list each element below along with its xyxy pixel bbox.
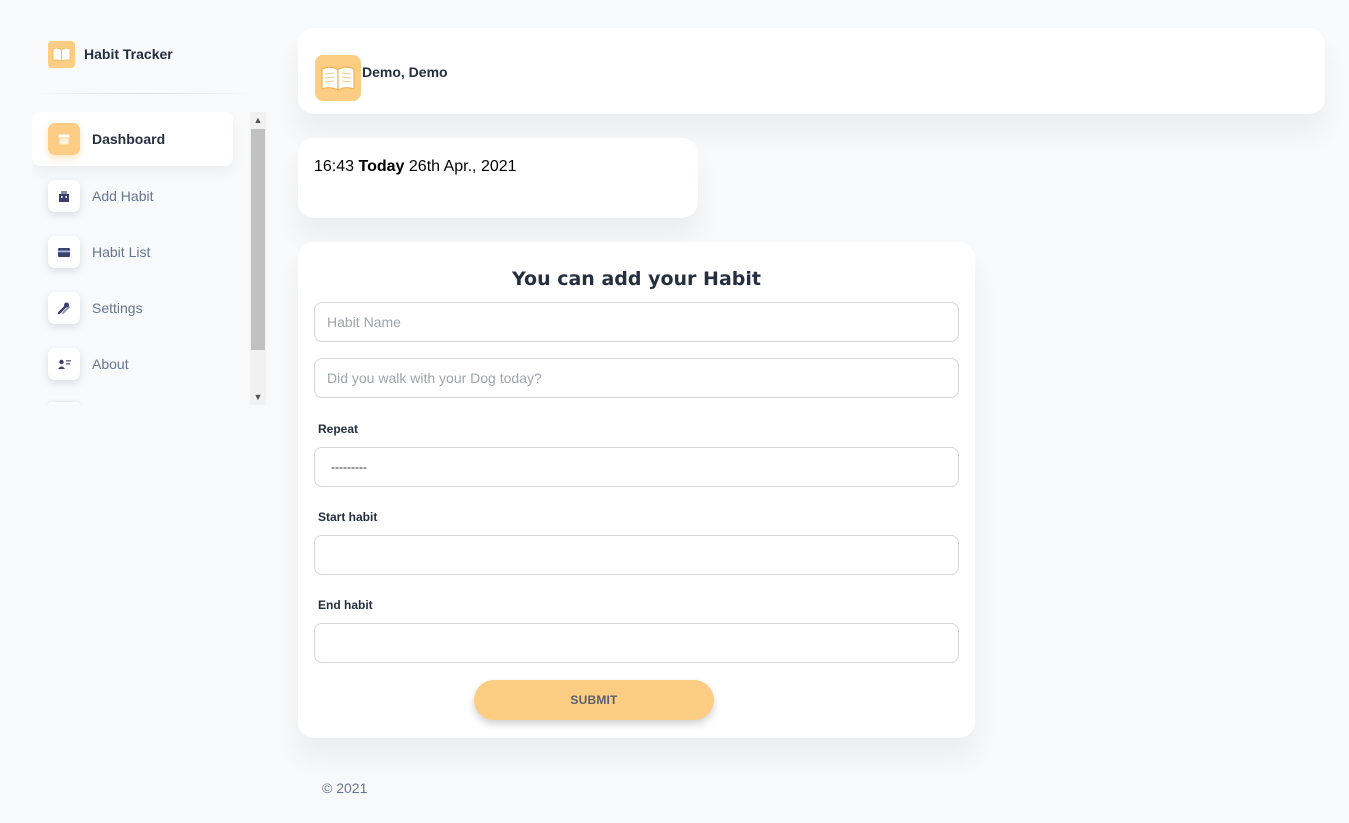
end-habit-label: End habit [318, 598, 373, 612]
repeat-select-value: --------- [331, 460, 367, 474]
sidebar-item-add-habit[interactable]: Add Habit [32, 168, 233, 224]
clock-time: 16:43 [314, 158, 355, 175]
chevron-up-icon[interactable]: ▲ [250, 112, 266, 128]
sidebar-item-settings[interactable]: Settings [32, 280, 233, 336]
footer-copyright: © 2021 [322, 780, 368, 796]
add-habit-form: You can add your Habit Habit Name Did yo… [298, 242, 975, 738]
habit-name-placeholder: Habit Name [327, 314, 401, 330]
sidebar-item-partial [48, 402, 80, 405]
sidebar: Habit Tracker Dashboard Add Habit Habit … [0, 0, 270, 823]
sidebar-item-label: Add Habit [92, 188, 154, 204]
sidebar-item-about[interactable]: About [32, 336, 233, 392]
sidebar-item-dashboard[interactable]: Dashboard [32, 112, 233, 166]
book-icon [48, 40, 75, 68]
sidebar-item-habit-list[interactable]: Habit List [32, 224, 233, 280]
chevron-down-icon[interactable]: ▼ [250, 389, 266, 405]
divider [32, 93, 254, 94]
user-card-icon [48, 348, 80, 380]
brand-title: Habit Tracker [84, 46, 173, 62]
sidebar-item-label: Settings [92, 300, 143, 316]
settings-tools-icon [48, 292, 80, 324]
form-title: You can add your Habit [512, 268, 761, 290]
sidebar-item-label: Habit List [92, 244, 151, 260]
avatar [315, 55, 361, 101]
sidebar-item-label: Dashboard [92, 131, 166, 147]
clock-date: 26th Apr., 2021 [408, 158, 517, 175]
start-habit-input[interactable] [314, 535, 959, 575]
scrollbar-thumb[interactable] [251, 129, 265, 350]
credit-card-icon [48, 236, 80, 268]
submit-button[interactable]: SUBMIT [474, 680, 714, 720]
habit-description-input[interactable]: Did you walk with your Dog today? [314, 358, 959, 398]
office-icon [48, 180, 80, 212]
habit-name-input[interactable]: Habit Name [314, 302, 959, 342]
brand[interactable]: Habit Tracker [48, 40, 173, 68]
sidebar-nav: Dashboard Add Habit Habit List Settings … [32, 112, 250, 405]
shop-icon [48, 123, 80, 155]
clock-card: 16:43 Today 26th Apr., 2021 [298, 138, 698, 218]
clock-line: 16:43 Today 26th Apr., 2021 [314, 158, 517, 176]
profile-header: Demo, Demo [298, 28, 1325, 114]
end-habit-input[interactable] [314, 623, 959, 663]
habit-description-placeholder: Did you walk with your Dog today? [327, 370, 542, 386]
repeat-select[interactable]: --------- [314, 447, 959, 487]
book-icon [321, 66, 355, 91]
clock-today-label: Today [358, 158, 405, 175]
sidebar-scrollbar[interactable]: ▲ ▼ [250, 112, 266, 405]
user-name: Demo, Demo [362, 64, 448, 80]
sidebar-item-label: About [92, 356, 129, 372]
start-habit-label: Start habit [318, 510, 378, 524]
repeat-label: Repeat [318, 422, 359, 436]
